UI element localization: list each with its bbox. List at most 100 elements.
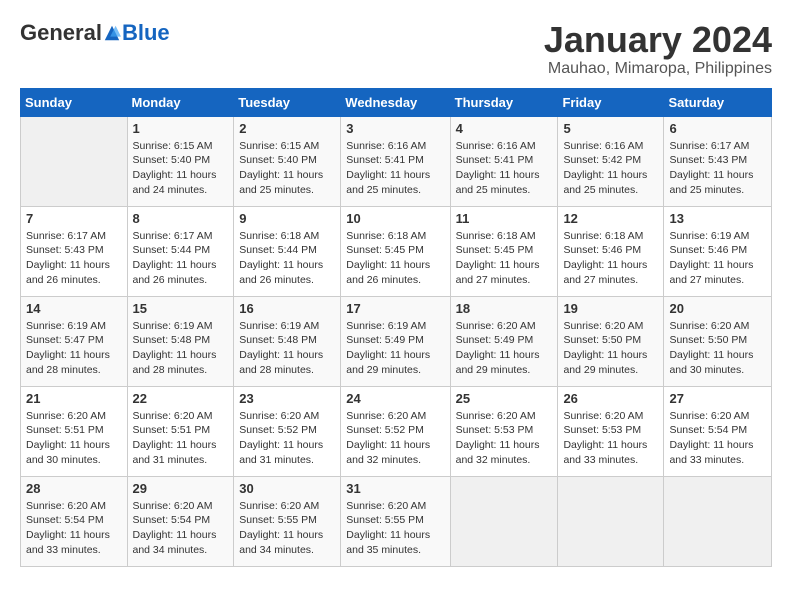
day-number: 21 <box>26 391 122 406</box>
day-info: Sunrise: 6:20 AMSunset: 5:49 PMDaylight:… <box>456 319 553 378</box>
day-info: Sunrise: 6:18 AMSunset: 5:45 PMDaylight:… <box>346 229 444 288</box>
header-cell-wednesday: Wednesday <box>341 88 450 116</box>
day-info: Sunrise: 6:20 AMSunset: 5:55 PMDaylight:… <box>239 499 335 558</box>
day-number: 3 <box>346 121 444 136</box>
day-cell: 22Sunrise: 6:20 AMSunset: 5:51 PMDayligh… <box>127 386 234 476</box>
day-number: 31 <box>346 481 444 496</box>
day-info: Sunrise: 6:20 AMSunset: 5:52 PMDaylight:… <box>346 409 444 468</box>
day-info: Sunrise: 6:20 AMSunset: 5:55 PMDaylight:… <box>346 499 444 558</box>
day-info: Sunrise: 6:15 AMSunset: 5:40 PMDaylight:… <box>239 139 335 198</box>
day-cell: 1 Sunrise: 6:15 AMSunset: 5:40 PMDaylight… <box>127 116 234 206</box>
day-number: 23 <box>239 391 335 406</box>
day-info: Sunrise: 6:17 AMSunset: 5:43 PMDaylight:… <box>26 229 122 288</box>
day-cell: 2 Sunrise: 6:15 AMSunset: 5:40 PMDaylight… <box>234 116 341 206</box>
day-info: Sunrise: 6:20 AMSunset: 5:53 PMDaylight:… <box>563 409 658 468</box>
day-info: Sunrise: 6:17 AMSunset: 5:44 PMDaylight:… <box>133 229 229 288</box>
header-cell-sunday: Sunday <box>21 88 128 116</box>
day-number: 29 <box>133 481 229 496</box>
day-number: 12 <box>563 211 658 226</box>
month-title: January 2024 <box>544 20 772 60</box>
day-cell: 16 Sunrise: 6:19 AMSunset: 5:48 PMDayligh… <box>234 296 341 386</box>
day-number: 13 <box>669 211 766 226</box>
day-number: 1 <box>133 121 229 136</box>
day-number: 8 <box>133 211 229 226</box>
day-number: 7 <box>26 211 122 226</box>
day-cell: 10 Sunrise: 6:18 AMSunset: 5:45 PMDayligh… <box>341 206 450 296</box>
day-number: 27 <box>669 391 766 406</box>
day-number: 22 <box>133 391 229 406</box>
day-cell <box>664 476 772 566</box>
day-number: 16 <box>239 301 335 316</box>
day-cell: 24 Sunrise: 6:20 AMSunset: 5:52 PMDayligh… <box>341 386 450 476</box>
day-cell: 26 Sunrise: 6:20 AMSunset: 5:53 PMDayligh… <box>558 386 664 476</box>
day-info: Sunrise: 6:20 AMSunset: 5:54 PMDaylight:… <box>133 499 229 558</box>
day-info: Sunrise: 6:16 AMSunset: 5:41 PMDaylight:… <box>346 139 444 198</box>
day-cell: 14 Sunrise: 6:19 AMSunset: 5:47 PMDayligh… <box>21 296 128 386</box>
day-info: Sunrise: 6:19 AMSunset: 5:49 PMDaylight:… <box>346 319 444 378</box>
day-number: 11 <box>456 211 553 226</box>
day-number: 2 <box>239 121 335 136</box>
day-cell <box>21 116 128 206</box>
week-row-1: 1 Sunrise: 6:15 AMSunset: 5:40 PMDaylight… <box>21 116 772 206</box>
day-number: 20 <box>669 301 766 316</box>
day-cell: 6 Sunrise: 6:17 AMSunset: 5:43 PMDaylight… <box>664 116 772 206</box>
header-cell-tuesday: Tuesday <box>234 88 341 116</box>
day-info: Sunrise: 6:20 AMSunset: 5:51 PMDaylight:… <box>26 409 122 468</box>
day-cell: 15Sunrise: 6:19 AMSunset: 5:48 PMDayligh… <box>127 296 234 386</box>
week-row-4: 21 Sunrise: 6:20 AMSunset: 5:51 PMDayligh… <box>21 386 772 476</box>
day-cell: 4Sunrise: 6:16 AMSunset: 5:41 PMDaylight… <box>450 116 558 206</box>
title-section: January 2024 Mauhao, Mimaropa, Philippin… <box>544 20 772 78</box>
header-cell-saturday: Saturday <box>664 88 772 116</box>
day-cell: 25 Sunrise: 6:20 AMSunset: 5:53 PMDayligh… <box>450 386 558 476</box>
logo-icon <box>103 24 121 42</box>
calendar-header: SundayMondayTuesdayWednesdayThursdayFrid… <box>21 88 772 116</box>
calendar-body: 1 Sunrise: 6:15 AMSunset: 5:40 PMDaylight… <box>21 116 772 566</box>
day-number: 24 <box>346 391 444 406</box>
day-info: Sunrise: 6:15 AMSunset: 5:40 PMDaylight:… <box>133 139 229 198</box>
day-info: Sunrise: 6:20 AMSunset: 5:53 PMDaylight:… <box>456 409 553 468</box>
week-row-2: 7 Sunrise: 6:17 AMSunset: 5:43 PMDaylight… <box>21 206 772 296</box>
day-cell: 27 Sunrise: 6:20 AMSunset: 5:54 PMDayligh… <box>664 386 772 476</box>
day-cell: 3 Sunrise: 6:16 AMSunset: 5:41 PMDaylight… <box>341 116 450 206</box>
calendar-table: SundayMondayTuesdayWednesdayThursdayFrid… <box>20 88 772 567</box>
day-info: Sunrise: 6:20 AMSunset: 5:52 PMDaylight:… <box>239 409 335 468</box>
day-number: 25 <box>456 391 553 406</box>
day-cell <box>450 476 558 566</box>
day-cell: 30 Sunrise: 6:20 AMSunset: 5:55 PMDayligh… <box>234 476 341 566</box>
day-number: 9 <box>239 211 335 226</box>
day-cell: 18Sunrise: 6:20 AMSunset: 5:49 PMDayligh… <box>450 296 558 386</box>
day-number: 6 <box>669 121 766 136</box>
day-number: 30 <box>239 481 335 496</box>
logo-general-text: General <box>20 20 102 46</box>
day-info: Sunrise: 6:16 AMSunset: 5:41 PMDaylight:… <box>456 139 553 198</box>
day-cell: 23 Sunrise: 6:20 AMSunset: 5:52 PMDayligh… <box>234 386 341 476</box>
day-info: Sunrise: 6:19 AMSunset: 5:48 PMDaylight:… <box>133 319 229 378</box>
location-subtitle: Mauhao, Mimaropa, Philippines <box>544 60 772 78</box>
day-info: Sunrise: 6:19 AMSunset: 5:46 PMDaylight:… <box>669 229 766 288</box>
day-info: Sunrise: 6:20 AMSunset: 5:50 PMDaylight:… <box>669 319 766 378</box>
logo: General Blue <box>20 20 170 46</box>
day-info: Sunrise: 6:20 AMSunset: 5:50 PMDaylight:… <box>563 319 658 378</box>
page-header: General Blue January 2024 Mauhao, Mimaro… <box>20 20 772 78</box>
day-cell: 7 Sunrise: 6:17 AMSunset: 5:43 PMDaylight… <box>21 206 128 296</box>
day-cell: 28Sunrise: 6:20 AMSunset: 5:54 PMDayligh… <box>21 476 128 566</box>
day-cell: 13 Sunrise: 6:19 AMSunset: 5:46 PMDayligh… <box>664 206 772 296</box>
day-cell: 5 Sunrise: 6:16 AMSunset: 5:42 PMDaylight… <box>558 116 664 206</box>
week-row-5: 28 Sunrise: 6:20 AMSunset: 5:54 PMDayligh… <box>21 476 772 566</box>
day-info: Sunrise: 6:19 AMSunset: 5:48 PMDaylight:… <box>239 319 335 378</box>
day-info: Sunrise: 6:18 AMSunset: 5:46 PMDaylight:… <box>563 229 658 288</box>
header-row: SundayMondayTuesdayWednesdayThursdayFrid… <box>21 88 772 116</box>
day-number: 19 <box>563 301 658 316</box>
day-number: 28 <box>26 481 122 496</box>
day-cell: 12 Sunrise: 6:18 AMSunset: 5:46 PMDayligh… <box>558 206 664 296</box>
day-number: 10 <box>346 211 444 226</box>
day-number: 5 <box>563 121 658 136</box>
day-info: Sunrise: 6:19 AMSunset: 5:47 PMDaylight:… <box>26 319 122 378</box>
day-info: Sunrise: 6:17 AMSunset: 5:43 PMDaylight:… <box>669 139 766 198</box>
day-number: 14 <box>26 301 122 316</box>
day-info: Sunrise: 6:18 AMSunset: 5:44 PMDaylight:… <box>239 229 335 288</box>
day-info: Sunrise: 6:16 AMSunset: 5:42 PMDaylight:… <box>563 139 658 198</box>
day-cell: 8 Sunrise: 6:17 AMSunset: 5:44 PMDaylight… <box>127 206 234 296</box>
day-info: Sunrise: 6:20 AMSunset: 5:54 PMDaylight:… <box>669 409 766 468</box>
day-number: 26 <box>563 391 658 406</box>
